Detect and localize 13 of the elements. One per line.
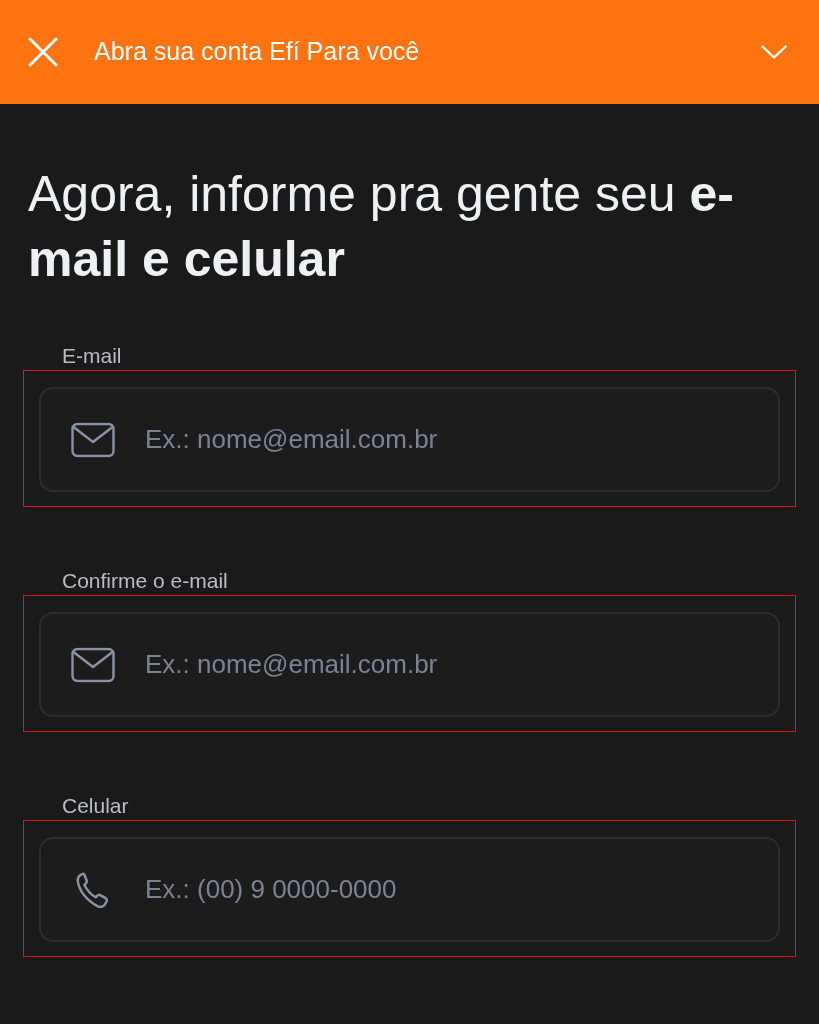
- page-heading: Agora, informe pra gente seu e-mail e celular: [28, 165, 735, 289]
- phone-icon: [75, 871, 109, 908]
- close-icon[interactable]: [28, 37, 58, 67]
- email-field[interactable]: Ex.: nome@email.com.br: [39, 612, 780, 717]
- envelope-icon: [71, 422, 115, 457]
- field-label: E-mail: [62, 344, 122, 368]
- field-label: Confirme o e-mail: [62, 569, 228, 593]
- header-title: Abra sua conta Efí Para você: [94, 36, 421, 68]
- chevron-down-icon[interactable]: [761, 45, 787, 59]
- field-label: Celular: [62, 794, 129, 818]
- email-field[interactable]: Ex.: nome@email.com.br: [39, 387, 780, 492]
- envelope-icon: [71, 647, 115, 682]
- phone-field[interactable]: Ex.: (00) 9 0000-0000: [39, 837, 780, 942]
